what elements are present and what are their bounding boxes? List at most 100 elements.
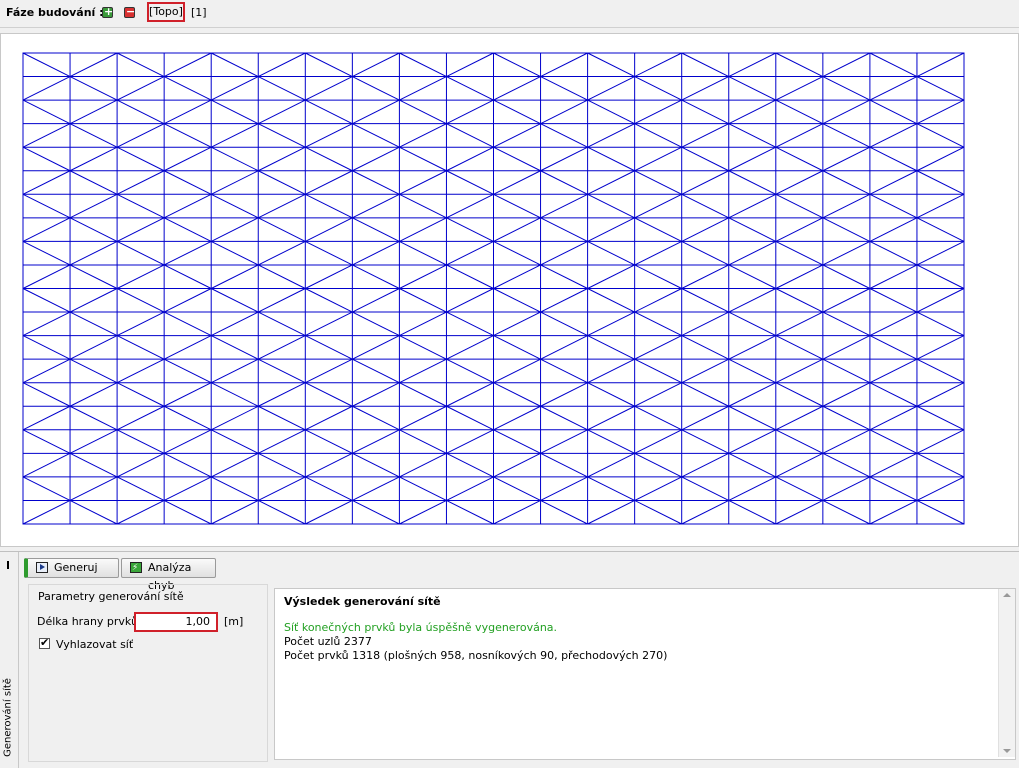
mesh-edge xyxy=(869,288,918,313)
stage-tab-1[interactable]: [1] xyxy=(191,6,207,19)
mesh-edge xyxy=(540,170,588,195)
mesh-edge xyxy=(493,311,541,337)
mesh-edge xyxy=(681,500,729,525)
mesh-edge xyxy=(399,405,447,431)
panel-handle[interactable] xyxy=(7,561,9,569)
mesh-edge xyxy=(540,405,588,431)
mesh-edge xyxy=(540,217,588,242)
result-scrollbar[interactable] xyxy=(998,589,1015,757)
mesh-edge xyxy=(305,217,353,242)
mesh-edge xyxy=(163,358,212,384)
mesh-edge xyxy=(634,123,682,148)
mesh-edge xyxy=(69,123,118,148)
mesh-edge xyxy=(258,170,306,195)
mesh-edge xyxy=(258,288,306,313)
mesh-edge xyxy=(540,452,588,478)
mesh-edge xyxy=(258,217,306,242)
mesh-edge xyxy=(69,170,118,195)
mesh-edge xyxy=(634,217,682,242)
mesh-edge xyxy=(775,476,824,501)
mesh-edge xyxy=(681,382,729,407)
mesh-edge xyxy=(163,382,212,407)
mesh-edge xyxy=(69,99,118,125)
mesh-edge xyxy=(634,76,682,101)
mesh-edge xyxy=(869,452,918,478)
mesh-edge xyxy=(163,240,212,266)
mesh-edge xyxy=(399,240,447,266)
mesh-edge xyxy=(446,76,494,101)
mesh-edge xyxy=(22,264,71,289)
mesh-edge xyxy=(163,193,212,219)
mesh-edge xyxy=(22,311,71,337)
smooth-mesh-checkbox[interactable]: ✔ xyxy=(39,636,50,649)
mesh-edge xyxy=(775,123,824,148)
mesh-edge xyxy=(446,99,494,125)
mesh-edge xyxy=(493,405,541,431)
plus-icon[interactable]: + xyxy=(102,5,113,18)
mesh-edge xyxy=(493,335,541,360)
result-node-count: Počet uzlů 2377 xyxy=(284,635,372,648)
mesh-edge xyxy=(399,382,447,407)
mesh-edge xyxy=(587,217,635,242)
mesh-edge xyxy=(587,76,635,101)
error-analysis-button[interactable]: Analýza chyb xyxy=(121,558,216,592)
mesh-edge xyxy=(352,170,400,195)
mesh-edge xyxy=(305,335,353,360)
mesh-edge xyxy=(493,76,541,101)
mesh-edge xyxy=(775,240,824,266)
mesh-edge xyxy=(210,358,259,384)
mesh-edge xyxy=(869,311,918,337)
mesh-edge xyxy=(681,52,729,77)
mesh-edge xyxy=(728,335,777,360)
mesh-edge xyxy=(352,429,400,454)
mesh-edge xyxy=(22,500,71,525)
mesh-edge xyxy=(210,240,259,266)
mesh-edge xyxy=(587,452,635,478)
mesh-edge xyxy=(869,123,918,148)
mesh-edge xyxy=(258,500,306,525)
mesh-edge xyxy=(163,264,212,289)
mesh-edge xyxy=(916,335,965,360)
mesh-edge xyxy=(728,264,777,289)
mesh-edge xyxy=(587,288,635,313)
mesh-edge xyxy=(305,52,353,77)
mesh-edge xyxy=(163,76,212,101)
mesh-edge xyxy=(446,452,494,478)
mesh-edge xyxy=(352,76,400,101)
mesh-edge xyxy=(352,52,400,77)
stage-tab-topo[interactable]: [Topo] xyxy=(147,2,185,22)
mesh-edge xyxy=(916,99,965,125)
mesh-edge xyxy=(446,311,494,337)
mesh-edge xyxy=(22,476,71,501)
mesh-edge xyxy=(22,382,71,407)
mesh-edge xyxy=(116,52,165,77)
mesh-edge xyxy=(540,240,588,266)
minus-icon[interactable]: − xyxy=(124,5,135,18)
mesh-edge xyxy=(493,382,541,407)
mesh-edge xyxy=(116,500,165,525)
mesh-canvas[interactable] xyxy=(0,33,1019,547)
mesh-edge xyxy=(352,405,400,431)
mesh-edge xyxy=(493,288,541,313)
mesh-edge xyxy=(916,311,965,337)
mesh-edge xyxy=(681,264,729,289)
mesh-edge xyxy=(869,405,918,431)
mesh-edge xyxy=(163,146,212,172)
mesh-edge xyxy=(69,335,118,360)
mesh-edge xyxy=(116,405,165,431)
mesh-edge xyxy=(775,217,824,242)
scroll-up-icon[interactable] xyxy=(1003,593,1011,597)
mesh-edge xyxy=(681,193,729,219)
side-tab[interactable]: Generování sítě xyxy=(0,552,19,768)
mesh-edge xyxy=(681,405,729,431)
mesh-edge xyxy=(822,52,871,77)
mesh-edge xyxy=(258,382,306,407)
scroll-down-icon[interactable] xyxy=(1003,749,1011,753)
mesh-edge xyxy=(446,170,494,195)
generate-button[interactable]: Generuj xyxy=(24,558,119,578)
mesh-edge xyxy=(116,240,165,266)
mesh-edge xyxy=(728,99,777,125)
edge-length-input[interactable]: 1,00 xyxy=(134,612,218,632)
mesh-edge xyxy=(210,52,259,77)
edge-length-label: Délka hrany prvků xyxy=(37,615,138,628)
